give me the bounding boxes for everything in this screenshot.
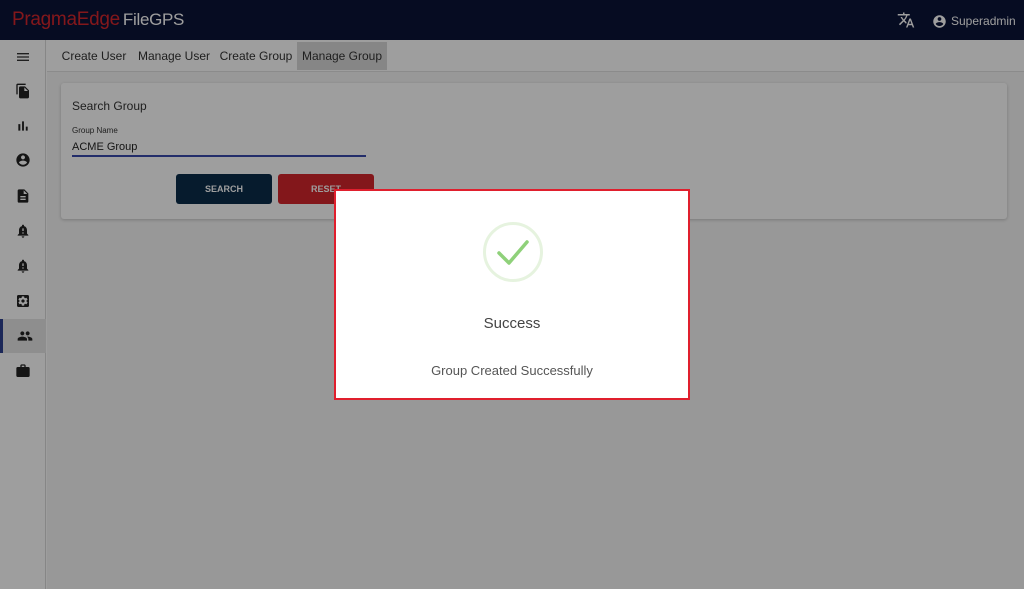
success-dialog: Success Group Created Successfully [334, 189, 690, 400]
dialog-message: Group Created Successfully [431, 363, 593, 378]
dialog-title: Success [483, 315, 541, 332]
check-circle-icon [483, 222, 543, 282]
